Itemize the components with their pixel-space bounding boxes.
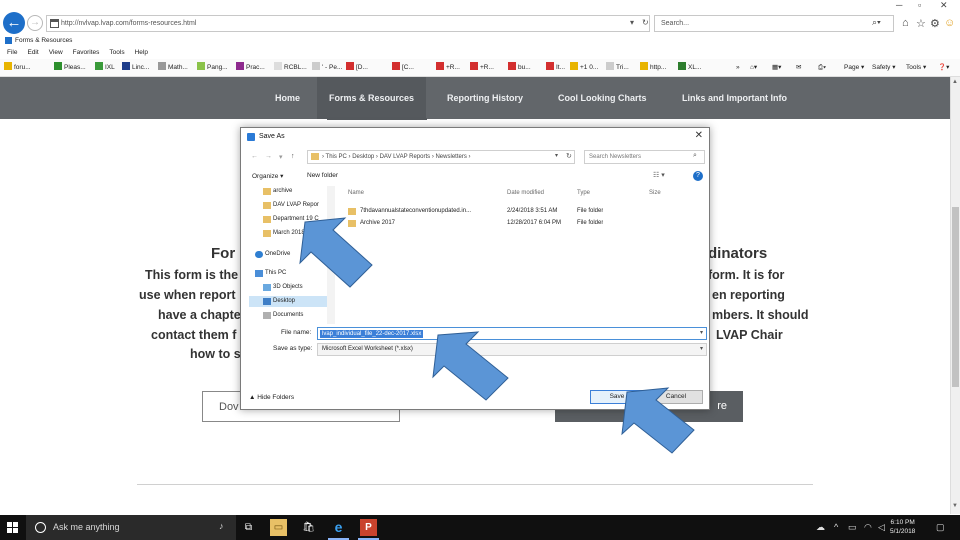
cortana-placeholder: Ask me anything — [53, 522, 120, 532]
clock-time: 6:10 PM — [890, 519, 915, 526]
store-icon[interactable]: 🛍 — [300, 519, 317, 536]
clock-date: 5/1/2018 — [890, 528, 916, 535]
annotation-arrow-tree — [299, 217, 373, 288]
cortana-icon — [35, 522, 46, 533]
taskbar: Ask me anything ♪ ⧉ ▭ 🛍 e P ☁ ^ ▭ ◠ ◁ 6:… — [0, 515, 960, 540]
internet-explorer-icon[interactable]: e — [330, 519, 347, 536]
notifications-icon[interactable]: ▢ — [936, 522, 945, 533]
powerpoint-icon[interactable]: P — [360, 519, 377, 536]
battery-icon[interactable]: ▭ — [848, 522, 857, 533]
onedrive-tray-icon[interactable]: ☁ — [816, 522, 825, 533]
annotation-arrow-save — [621, 387, 695, 454]
annotation-arrows — [299, 217, 695, 454]
volume-icon[interactable]: ◁ — [878, 522, 885, 533]
microphone-icon[interactable]: ♪ — [219, 521, 224, 531]
task-view-icon[interactable]: ⧉ — [240, 519, 257, 536]
clock[interactable]: 6:10 PM 5/1/2018 — [890, 518, 915, 536]
wifi-icon[interactable]: ◠ — [864, 522, 872, 533]
file-explorer-icon[interactable]: ▭ — [270, 519, 287, 536]
annotation-arrow-filename — [432, 331, 509, 401]
cortana-search-box[interactable]: Ask me anything ♪ — [26, 515, 236, 540]
show-hidden-icons[interactable]: ^ — [834, 522, 838, 532]
start-button[interactable] — [7, 522, 18, 533]
